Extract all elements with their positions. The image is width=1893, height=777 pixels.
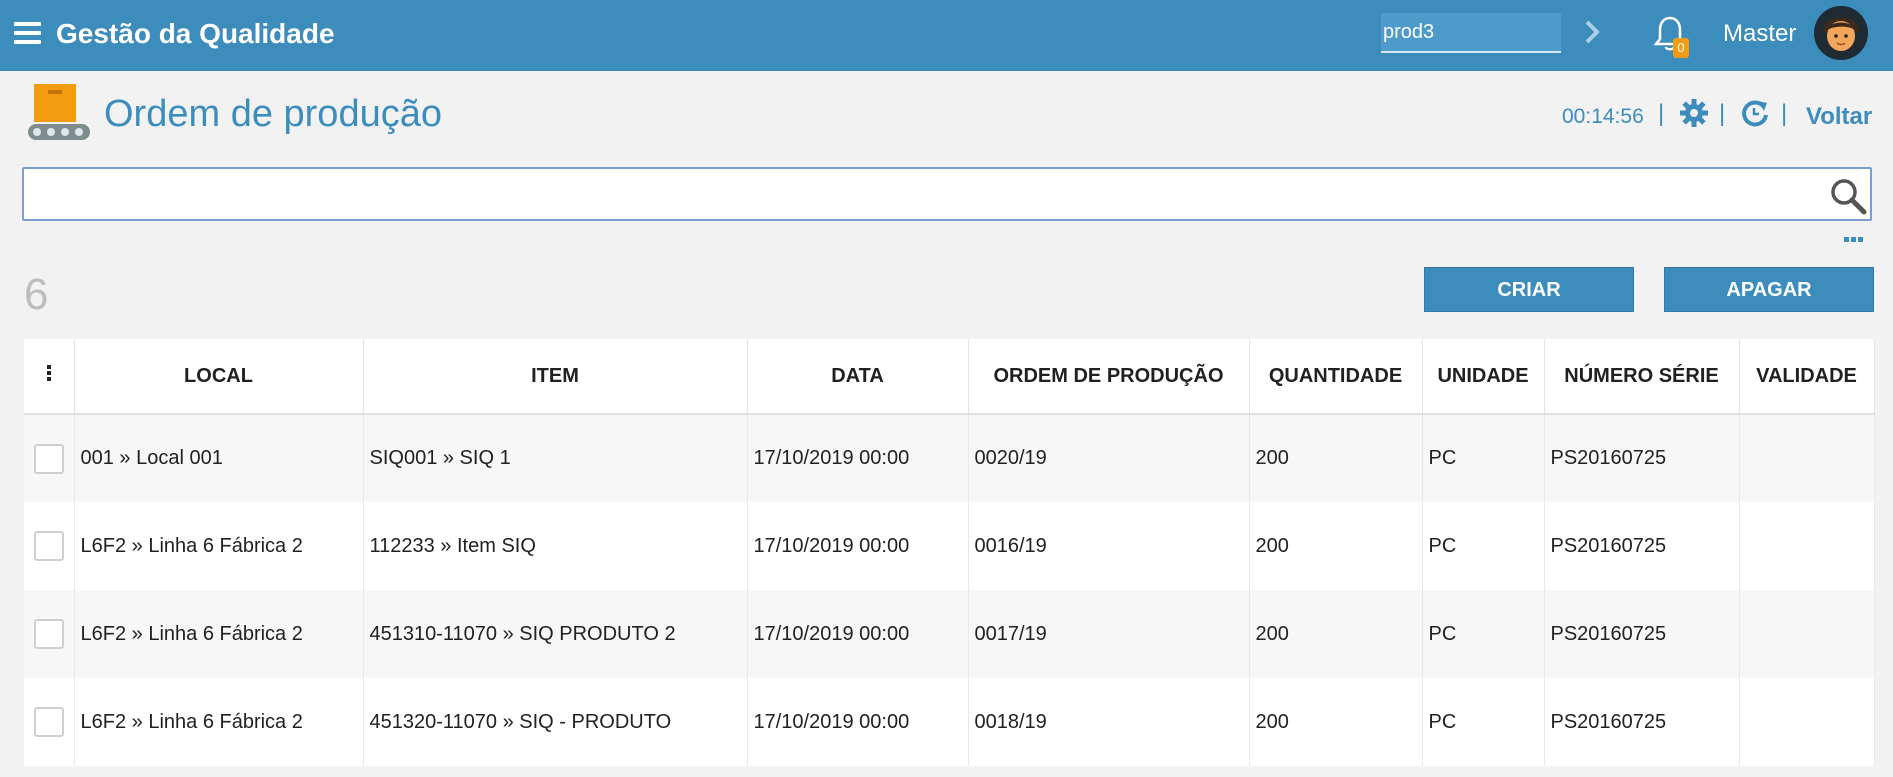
- column-menu-button[interactable]: [24, 339, 75, 415]
- hamburger-menu-icon[interactable]: [14, 22, 41, 46]
- main-search-box: [22, 167, 1872, 221]
- more-options-icon[interactable]: [1844, 229, 1868, 242]
- search-input[interactable]: [24, 169, 1870, 219]
- cell-local: 001 » Local 001: [74, 414, 364, 502]
- cell-local: L6F2 » Linha 6 Fábrica 2: [74, 678, 364, 766]
- cell-numero-serie: PS20160725: [1544, 502, 1740, 590]
- cell-validade: [1739, 502, 1875, 590]
- table-row[interactable]: L6F2 » Linha 6 Fábrica 2 451310-11070 » …: [24, 590, 1875, 678]
- session-timer: 00:14:56: [1562, 105, 1644, 128]
- cell-data: 17/10/2019 00:00: [747, 502, 969, 590]
- table-header-row: LOCAL ITEM DATA ORDEM DE PRODUÇÃO QUANTI…: [24, 339, 1875, 415]
- row-checkbox[interactable]: [34, 619, 64, 649]
- top-bar: Gestão da Qualidade 0 Master: [0, 0, 1893, 71]
- cell-item: SIQ001 » SIQ 1: [363, 414, 748, 502]
- cell-quantidade: 200: [1249, 414, 1423, 502]
- column-header-quantidade[interactable]: QUANTIDADE: [1249, 339, 1423, 415]
- table-row[interactable]: L6F2 » Linha 6 Fábrica 2 112233 » Item S…: [24, 502, 1875, 590]
- cell-quantidade: 200: [1249, 590, 1423, 678]
- chevron-right-icon[interactable]: [1580, 18, 1604, 46]
- notification-badge: 0: [1673, 38, 1689, 58]
- cell-ordem: 0016/19: [968, 502, 1250, 590]
- cell-item: 112233 » Item SIQ: [363, 502, 748, 590]
- cell-item: 451320-11070 » SIQ - PRODUTO: [363, 678, 748, 766]
- cell-unidade: PC: [1422, 414, 1545, 502]
- cell-data: 17/10/2019 00:00: [747, 590, 969, 678]
- cell-local: L6F2 » Linha 6 Fábrica 2: [74, 502, 364, 590]
- column-header-numero-serie[interactable]: NÚMERO SÉRIE: [1544, 339, 1740, 415]
- table-row[interactable]: 001 » Local 001 SIQ001 » SIQ 1 17/10/201…: [24, 414, 1875, 502]
- cell-ordem: 0017/19: [968, 590, 1250, 678]
- cell-quantidade: 200: [1249, 502, 1423, 590]
- search-icon[interactable]: [1829, 177, 1867, 215]
- row-checkbox[interactable]: [34, 707, 64, 737]
- table-row[interactable]: L6F2 » Linha 6 Fábrica 2 451320-11070 » …: [24, 678, 1875, 766]
- cell-validade: [1739, 414, 1875, 502]
- cell-unidade: PC: [1422, 590, 1545, 678]
- column-header-unidade[interactable]: UNIDADE: [1422, 339, 1545, 415]
- cell-unidade: PC: [1422, 502, 1545, 590]
- cell-validade: [1739, 590, 1875, 678]
- avatar[interactable]: [1814, 6, 1868, 60]
- cell-data: 17/10/2019 00:00: [747, 414, 969, 502]
- cell-numero-serie: PS20160725: [1544, 590, 1740, 678]
- cell-validade: [1739, 678, 1875, 766]
- cell-quantidade: 200: [1249, 678, 1423, 766]
- column-header-data[interactable]: DATA: [747, 339, 969, 415]
- divider: |: [1658, 100, 1665, 127]
- cell-item: 451310-11070 » SIQ PRODUTO 2: [363, 590, 748, 678]
- top-search-input[interactable]: [1381, 13, 1561, 53]
- cell-ordem: 0020/19: [968, 414, 1250, 502]
- app-title: Gestão da Qualidade: [56, 18, 335, 49]
- column-header-validade[interactable]: VALIDADE: [1739, 339, 1875, 415]
- column-header-ordem[interactable]: ORDEM DE PRODUÇÃO: [968, 339, 1250, 415]
- delete-button[interactable]: APAGAR: [1664, 267, 1874, 312]
- refresh-icon[interactable]: [1741, 99, 1769, 127]
- cell-numero-serie: PS20160725: [1544, 678, 1740, 766]
- divider: |: [1781, 100, 1788, 127]
- row-checkbox[interactable]: [34, 443, 64, 474]
- page-title: Ordem de produção: [104, 93, 442, 135]
- cell-unidade: PC: [1422, 678, 1545, 766]
- back-link[interactable]: Voltar: [1806, 103, 1872, 131]
- cell-ordem: 0018/19: [968, 678, 1250, 766]
- production-order-icon: [28, 84, 90, 140]
- divider: |: [1719, 100, 1726, 127]
- create-button[interactable]: CRIAR: [1424, 267, 1634, 312]
- gear-icon[interactable]: [1680, 99, 1708, 127]
- row-checkbox[interactable]: [34, 531, 64, 561]
- username[interactable]: Master: [1723, 20, 1796, 48]
- column-header-item[interactable]: ITEM: [363, 339, 748, 415]
- column-header-local[interactable]: LOCAL: [74, 339, 364, 415]
- cell-data: 17/10/2019 00:00: [747, 678, 969, 766]
- record-count: 6: [24, 270, 49, 319]
- cell-local: L6F2 » Linha 6 Fábrica 2: [74, 590, 364, 678]
- data-table: LOCAL ITEM DATA ORDEM DE PRODUÇÃO QUANTI…: [24, 339, 1875, 766]
- kebab-menu-icon[interactable]: [46, 363, 51, 383]
- cell-numero-serie: PS20160725: [1544, 414, 1740, 502]
